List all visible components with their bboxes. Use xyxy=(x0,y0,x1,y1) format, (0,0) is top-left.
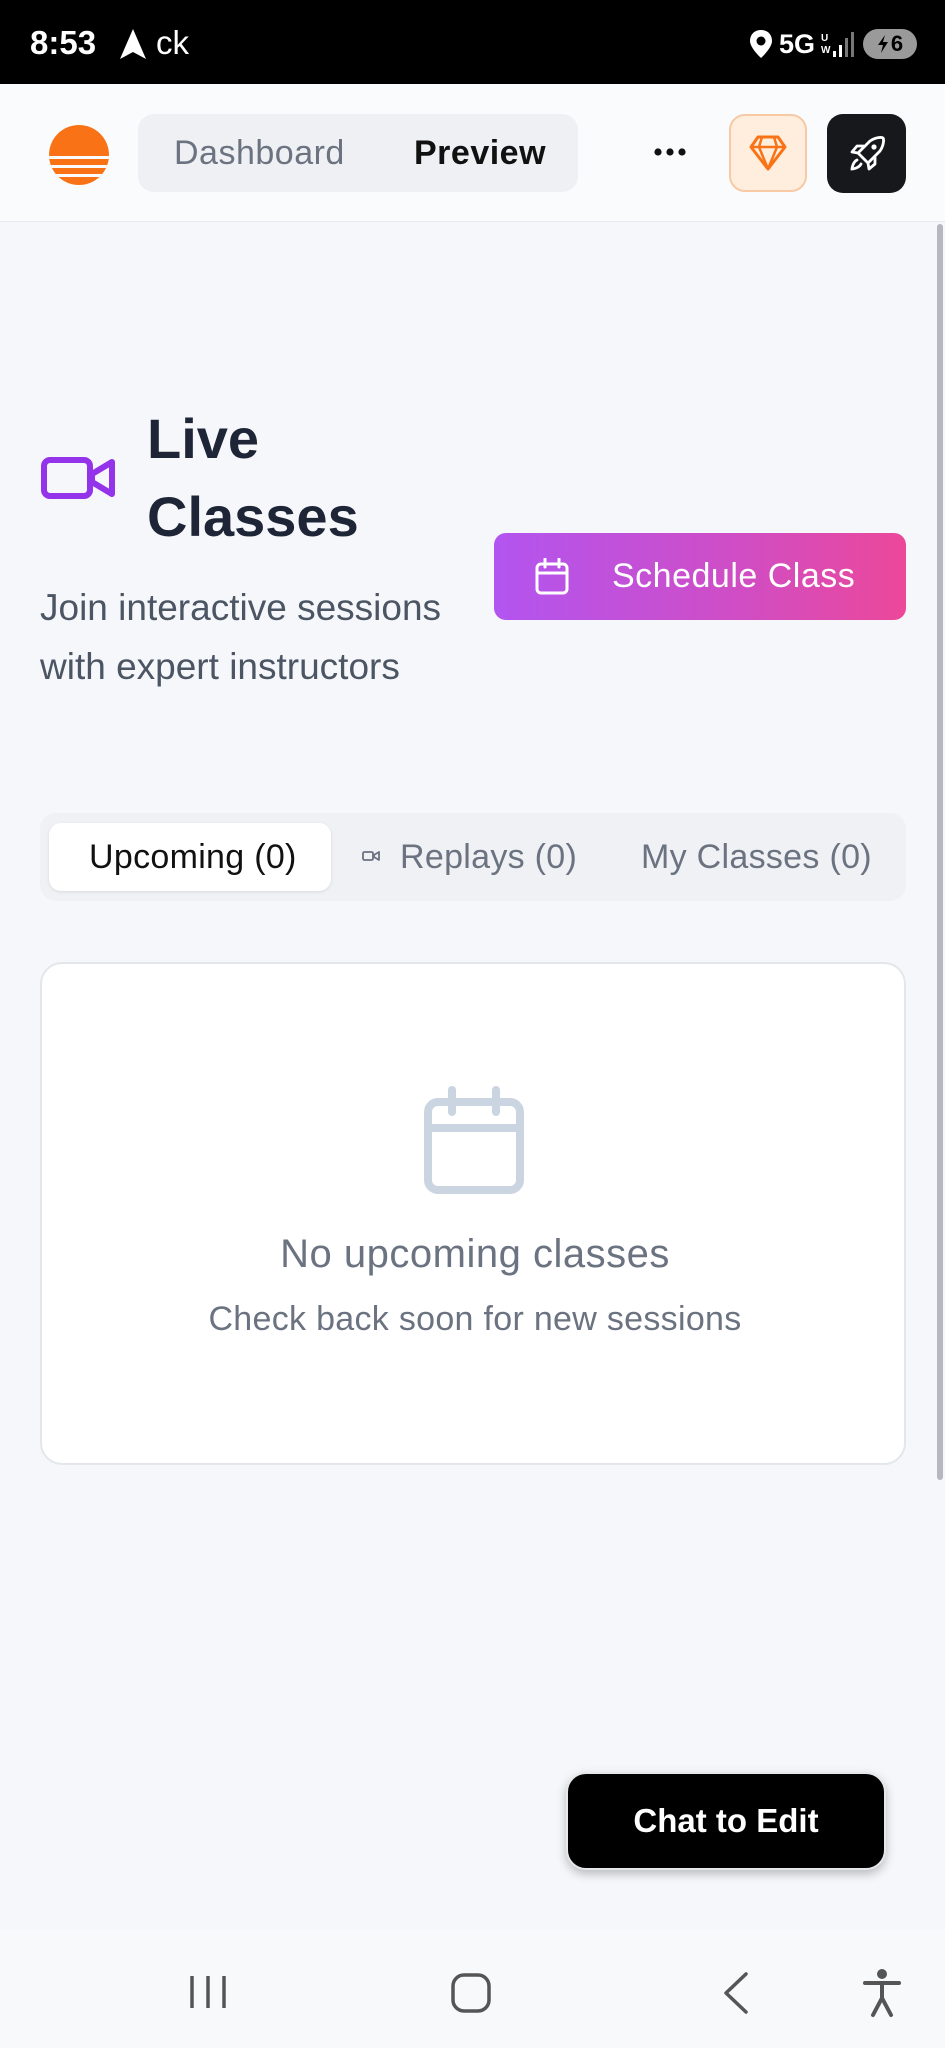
view-mode-toggle: Dashboard Preview xyxy=(138,114,578,192)
schedule-class-button[interactable]: Schedule Class xyxy=(494,533,906,620)
scrollbar[interactable] xyxy=(937,224,943,1480)
rocket-icon xyxy=(850,135,885,170)
network-type: 5G xyxy=(778,28,815,59)
location-icon xyxy=(749,30,772,58)
status-app-text: ck xyxy=(156,24,189,61)
tab-replays-label: Replays (0) xyxy=(400,838,578,876)
battery-level: 6 xyxy=(890,31,904,56)
charging-icon xyxy=(877,35,888,53)
recents-icon[interactable] xyxy=(186,1972,230,2012)
navigation-arrow-icon xyxy=(120,29,146,59)
page-subtitle: Join interactive sessions with expert in… xyxy=(40,587,442,687)
status-bar: 8:53 ck 5G U W 6 xyxy=(0,0,945,84)
class-tabs: Upcoming (0) Replays (0) My Classes (0) xyxy=(40,813,906,901)
home-icon[interactable] xyxy=(450,1972,492,2014)
system-nav-bar xyxy=(0,1930,945,2048)
more-button[interactable] xyxy=(648,130,692,174)
battery-indicator: 6 xyxy=(863,29,917,59)
tab-replays[interactable]: Replays (0) xyxy=(362,813,577,901)
app-header: Dashboard Preview xyxy=(0,84,945,222)
video-camera-icon xyxy=(362,851,380,861)
status-indicators: 5G U W 6 xyxy=(749,26,917,62)
more-horizontal-icon xyxy=(654,148,686,156)
gem-icon xyxy=(749,135,787,171)
tab-my-classes[interactable]: My Classes (0) xyxy=(641,813,872,901)
sun-logo-icon[interactable] xyxy=(48,124,110,186)
signal-icon: U W xyxy=(821,32,854,57)
dashboard-tab[interactable]: Dashboard xyxy=(174,114,345,192)
svg-text:U: U xyxy=(821,33,828,44)
tab-upcoming[interactable]: Upcoming (0) xyxy=(49,823,331,891)
empty-state-subtitle: Check back soon for new sessions xyxy=(208,1300,742,1338)
empty-state-card: No upcoming classes Check back soon for … xyxy=(40,962,906,1465)
page-title: Live Classes xyxy=(147,407,359,548)
preview-tab[interactable]: Preview xyxy=(414,114,546,192)
empty-state-title: No upcoming classes xyxy=(280,1232,670,1276)
upgrade-button[interactable] xyxy=(729,114,807,192)
back-icon[interactable] xyxy=(720,1970,752,2016)
publish-button[interactable] xyxy=(827,114,906,193)
status-time: 8:53 xyxy=(30,24,97,61)
calendar-icon xyxy=(535,558,569,595)
calendar-icon xyxy=(424,1086,524,1194)
svg-text:W: W xyxy=(821,45,831,56)
chat-to-edit-button[interactable]: Chat to Edit xyxy=(566,1772,886,1870)
schedule-class-label: Schedule Class xyxy=(612,557,856,595)
video-camera-icon xyxy=(41,457,115,499)
accessibility-icon[interactable] xyxy=(862,1968,902,2018)
